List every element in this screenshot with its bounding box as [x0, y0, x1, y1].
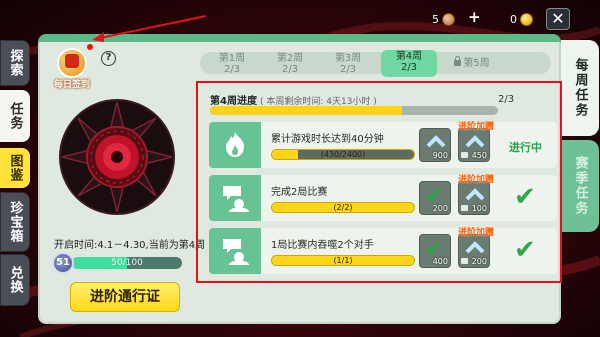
tab-week-4[interactable]: 第4周 2/3 — [381, 50, 437, 77]
pass-level-badge: 51 — [52, 252, 74, 274]
week-count: 2/3 — [223, 64, 241, 75]
pass-level-progress: 50/100 — [72, 257, 182, 269]
reward-slot[interactable]: 900 — [419, 128, 451, 162]
reward-amount: 200 — [471, 257, 487, 266]
gold-currency: 0 — [510, 10, 533, 28]
tab-season-tasks[interactable]: 赛季任务 — [561, 140, 599, 232]
xp-chevron-icon — [426, 135, 446, 148]
tab-weekly-tasks[interactable]: 每周任务 — [561, 40, 599, 136]
week-progress-fill — [210, 106, 403, 115]
speech-bubble-icon — [223, 186, 249, 212]
lock-icon — [461, 205, 468, 211]
task-icon — [209, 228, 261, 274]
lock-icon — [461, 258, 468, 264]
advanced-bonus-tag: 进阶加赠 — [458, 175, 495, 185]
close-button[interactable]: ✕ — [546, 8, 570, 30]
task-progress-text: (430/2400) — [320, 150, 366, 159]
xp-chevron-icon — [465, 188, 485, 201]
task-progress-text: (2/2) — [333, 203, 353, 212]
week-label: 第1周 — [218, 53, 246, 64]
week-count: 2/3 — [339, 64, 357, 75]
task-progress-bar: (1/1) — [271, 255, 415, 266]
reward-amount: 100 — [471, 204, 487, 213]
task-icon — [209, 122, 261, 168]
advanced-reward-slot[interactable]: 450 — [458, 128, 490, 162]
week-label: 第2周 — [276, 53, 304, 64]
tab-week-1[interactable]: 第1周 2/3 — [204, 52, 260, 76]
xp-chevron-icon — [465, 135, 485, 148]
advanced-reward-slot[interactable]: 200 — [458, 234, 490, 268]
daily-signin-button[interactable]: 每日签到 — [51, 44, 93, 90]
advanced-bonus-tag: 进阶加赠 — [458, 228, 495, 238]
task-icon — [209, 175, 261, 221]
tab-atlas[interactable]: 图鉴 — [0, 148, 30, 188]
tab-week-2[interactable]: 第2周 2/3 — [262, 52, 318, 76]
reward-amount: 400 — [432, 257, 448, 266]
completed-check-icon: ✔ — [514, 182, 536, 212]
advanced-pass-button[interactable]: 进阶通行证 — [70, 282, 180, 312]
task-progress-bar: (430/2400) — [271, 149, 415, 160]
task-description: 累计游戏时长达到40分钟 — [271, 134, 384, 145]
task-description: 完成2局比赛 — [271, 187, 328, 198]
week-count: 2/3 — [400, 62, 418, 73]
tab-treasure[interactable]: 珍宝箱 — [0, 192, 30, 252]
gold-amount: 0 — [510, 12, 517, 26]
task-status: 进行中 — [509, 141, 542, 154]
lock-icon — [461, 152, 468, 158]
week-label: 第3周 — [334, 53, 362, 64]
week-label: 第4周 — [395, 51, 423, 62]
speech-bubble-icon — [223, 239, 249, 265]
annotation-arrow — [92, 15, 207, 42]
pass-level-text: 50/100 — [111, 258, 143, 268]
week-label: 第5周 — [463, 58, 490, 69]
week-progress-bar — [210, 106, 498, 115]
lock-icon — [454, 56, 462, 66]
daily-signin-label: 每日签到 — [53, 80, 90, 90]
week-progress-title: 第4周进度( 本周剩余时间: 4天13小时 ) — [210, 92, 377, 107]
notification-dot — [87, 44, 93, 50]
season-emblem — [59, 99, 175, 215]
reward-amount: 450 — [471, 151, 487, 160]
tab-week-5[interactable]: 第5周 — [444, 52, 500, 76]
gold-coin-icon — [520, 12, 533, 26]
season-open-time: 开启时间:4.1－4.30,当前为第4周 — [54, 240, 206, 251]
task-progress-text: (1/1) — [333, 256, 353, 265]
flame-icon — [226, 132, 244, 157]
task-row: 完成2局比赛 (2/2) ✔ 200 100 进阶加赠 ✔ — [209, 175, 557, 221]
task-progress-bar: (2/2) — [271, 202, 415, 213]
week-progress-count: 2/3 — [498, 94, 515, 105]
task-description: 1局比赛内吞噬2个对手 — [271, 240, 374, 251]
tab-task[interactable]: 任务 — [0, 90, 30, 142]
copper-coin-icon — [442, 12, 455, 26]
copper-amount: 5 — [432, 12, 439, 26]
task-row: 1局比赛内吞噬2个对手 (1/1) ✔ 400 200 进阶加赠 ✔ — [209, 228, 557, 274]
help-icon[interactable]: ? — [101, 51, 116, 66]
copper-currency: 5 — [432, 10, 455, 28]
xp-chevron-icon — [465, 241, 485, 254]
tab-week-3[interactable]: 第3周 2/3 — [320, 52, 376, 76]
reward-slot[interactable]: ✔ 400 — [419, 234, 451, 268]
task-row: 累计游戏时长达到40分钟 (430/2400) 900 450 进阶加赠 进行中 — [209, 122, 557, 168]
tab-exchange[interactable]: 兑换 — [0, 254, 30, 306]
advanced-reward-slot[interactable]: 100 — [458, 181, 490, 215]
week-count: 2/3 — [281, 64, 299, 75]
completed-check-icon: ✔ — [514, 235, 536, 265]
advanced-bonus-tag: 进阶加赠 — [458, 122, 495, 132]
reward-slot[interactable]: ✔ 200 — [419, 181, 451, 215]
reward-amount: 900 — [432, 151, 448, 160]
reward-amount: 200 — [432, 204, 448, 213]
add-currency-button[interactable]: + — [468, 8, 481, 26]
gift-bow-icon — [65, 54, 79, 68]
tab-explore[interactable]: 探索 — [0, 40, 30, 86]
